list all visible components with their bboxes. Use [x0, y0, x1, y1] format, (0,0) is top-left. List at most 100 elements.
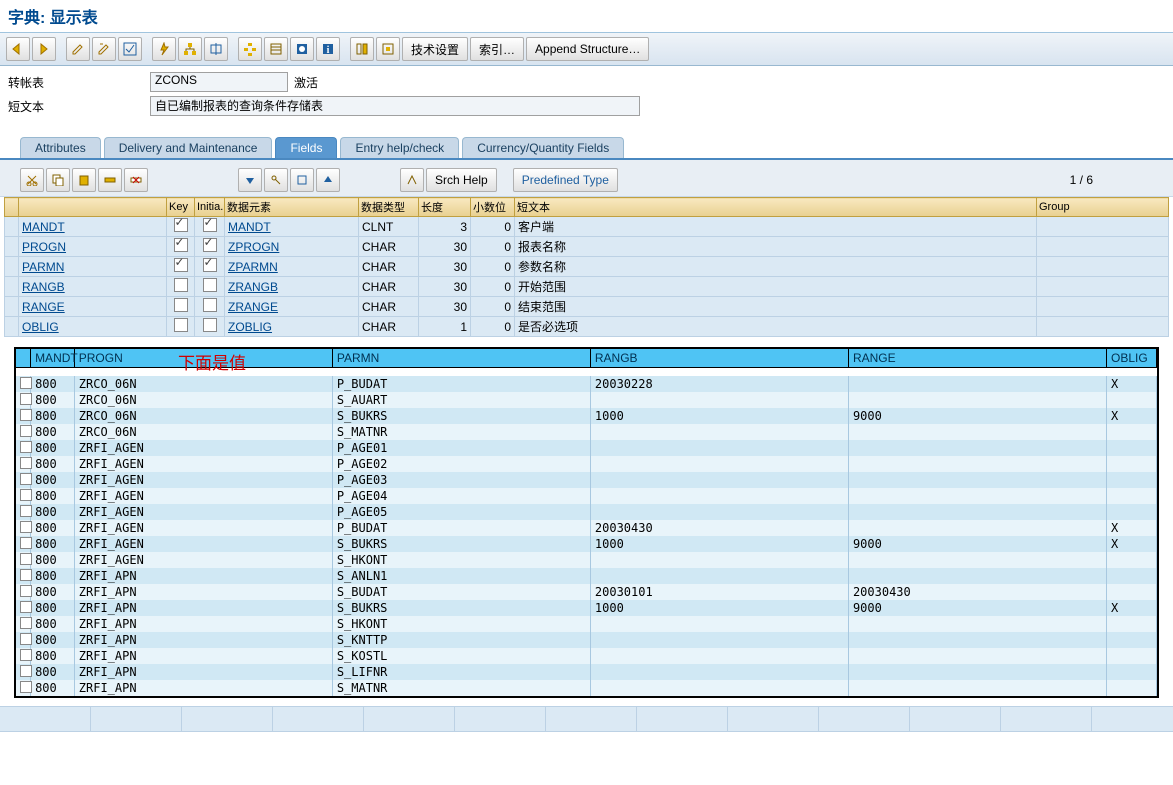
row-selector[interactable] [20, 633, 32, 645]
row-selector[interactable] [20, 457, 32, 469]
row-selector[interactable] [20, 425, 32, 437]
initial-checkbox[interactable] [203, 298, 217, 312]
up-button[interactable] [316, 168, 340, 192]
row-selector[interactable] [20, 441, 32, 453]
data-row[interactable]: 800ZRCO_06NS_MATNR [16, 424, 1157, 440]
data-row[interactable]: 800ZRFI_APNS_KNTTP [16, 632, 1157, 648]
expand-all-button[interactable] [238, 168, 262, 192]
display-object-list-button[interactable] [204, 37, 228, 61]
table-name-input[interactable]: ZCONS [150, 72, 288, 92]
tab-attributes[interactable]: Attributes [20, 137, 101, 158]
field-name[interactable]: RANGE [19, 297, 167, 317]
initial-checkbox[interactable] [203, 238, 217, 252]
hierarchy-button[interactable] [238, 37, 262, 61]
graphic-button[interactable] [290, 37, 314, 61]
row-selector[interactable] [20, 505, 32, 517]
key-checkbox[interactable] [174, 278, 188, 292]
field-row[interactable]: PROGNZPROGNCHAR300报表名称 [5, 237, 1169, 257]
data-row[interactable]: 800ZRFI_APNS_MATNR [16, 680, 1157, 696]
key-checkbox[interactable] [174, 238, 188, 252]
short-text-input[interactable]: 自已编制报表的查询条件存储表 [150, 96, 640, 116]
field-row[interactable]: RANGEZRANGECHAR300结束范围 [5, 297, 1169, 317]
check-button[interactable] [118, 37, 142, 61]
data-element[interactable]: MANDT [225, 217, 359, 237]
row-selector[interactable] [20, 393, 32, 405]
data-element[interactable]: ZOBLIG [225, 317, 359, 337]
key-checkbox[interactable] [174, 218, 188, 232]
initial-checkbox[interactable] [203, 318, 217, 332]
data-row[interactable]: 800ZRCO_06NS_AUART [16, 392, 1157, 408]
field-row[interactable]: PARMNZPARMNCHAR300参数名称 [5, 257, 1169, 277]
row-selector[interactable] [20, 537, 32, 549]
row-selector[interactable] [20, 617, 32, 629]
data-row[interactable]: 800ZRFI_AGENP_BUDAT20030430X [16, 520, 1157, 536]
extras-button[interactable] [350, 37, 374, 61]
field-name[interactable]: PARMN [19, 257, 167, 277]
row-selector[interactable] [20, 665, 32, 677]
data-row[interactable]: 800ZRFI_AGENP_AGE05 [16, 504, 1157, 520]
key-checkbox[interactable] [174, 298, 188, 312]
data-row[interactable]: 800ZRFI_AGENP_AGE02 [16, 456, 1157, 472]
field-row[interactable]: RANGBZRANGBCHAR300开始范围 [5, 277, 1169, 297]
row-selector[interactable] [20, 601, 32, 613]
data-row[interactable]: 800ZRCO_06NP_BUDAT20030228X [16, 376, 1157, 392]
cut-button[interactable] [20, 168, 44, 192]
collapse-button[interactable] [290, 168, 314, 192]
row-selector[interactable] [20, 473, 32, 485]
forward-button[interactable] [32, 37, 56, 61]
row-selector[interactable] [20, 569, 32, 581]
initial-checkbox[interactable] [203, 258, 217, 272]
field-name[interactable]: MANDT [19, 217, 167, 237]
edit-button[interactable] [66, 37, 90, 61]
data-row[interactable]: 800ZRFI_AGENS_HKONT [16, 552, 1157, 568]
insert-row-button[interactable] [98, 168, 122, 192]
info-button[interactable]: i [316, 37, 340, 61]
row-selector[interactable] [20, 377, 32, 389]
index-button[interactable]: 索引… [470, 37, 524, 61]
data-row[interactable]: 800ZRCO_06NS_BUKRS10009000X [16, 408, 1157, 424]
data-row[interactable]: 800ZRFI_AGENS_BUKRS10009000X [16, 536, 1157, 552]
data-row[interactable]: 800ZRFI_APNS_BUKRS10009000X [16, 600, 1157, 616]
tab-currency[interactable]: Currency/Quantity Fields [462, 137, 624, 158]
data-element[interactable]: ZPROGN [225, 237, 359, 257]
data-row[interactable]: 800ZRFI_APNS_LIFNR [16, 664, 1157, 680]
tab-fields[interactable]: Fields [275, 137, 337, 158]
row-selector[interactable] [20, 521, 32, 533]
row-selector[interactable] [20, 489, 32, 501]
key-checkbox[interactable] [174, 258, 188, 272]
activate-button[interactable] [152, 37, 176, 61]
data-row[interactable]: 800ZRFI_APNS_HKONT [16, 616, 1157, 632]
technical-settings-button[interactable]: 技术设置 [402, 37, 468, 61]
data-row[interactable]: 800ZRFI_APNS_KOSTL [16, 648, 1157, 664]
data-row[interactable]: 800ZRFI_AGENP_AGE03 [16, 472, 1157, 488]
srch-help-icon[interactable] [400, 168, 424, 192]
field-name[interactable]: PROGN [19, 237, 167, 257]
field-row[interactable]: OBLIGZOBLIGCHAR10是否必选项 [5, 317, 1169, 337]
field-row[interactable]: MANDTMANDTCLNT30客户端 [5, 217, 1169, 237]
row-selector[interactable] [20, 553, 32, 565]
where-used-button[interactable] [178, 37, 202, 61]
other-object-button[interactable] [92, 37, 116, 61]
data-element[interactable]: ZRANGE [225, 297, 359, 317]
data-element[interactable]: ZRANGB [225, 277, 359, 297]
data-row[interactable]: 800ZRFI_AGENP_AGE01 [16, 440, 1157, 456]
data-element[interactable]: ZPARMN [225, 257, 359, 277]
predefined-type-button[interactable]: Predefined Type [513, 168, 618, 192]
initial-checkbox[interactable] [203, 278, 217, 292]
copy-button[interactable] [46, 168, 70, 192]
contents-button[interactable] [264, 37, 288, 61]
append-structure-button[interactable]: Append Structure… [526, 37, 649, 61]
row-selector[interactable] [20, 681, 32, 693]
delete-row-button[interactable] [124, 168, 148, 192]
row-selector[interactable] [20, 585, 32, 597]
paste-button[interactable] [72, 168, 96, 192]
key-checkbox[interactable] [174, 318, 188, 332]
data-row[interactable]: 800ZRFI_APNS_BUDAT2003010120030430 [16, 584, 1157, 600]
field-name[interactable]: OBLIG [19, 317, 167, 337]
tab-delivery[interactable]: Delivery and Maintenance [104, 137, 273, 158]
data-row[interactable]: 800ZRFI_AGENP_AGE04 [16, 488, 1157, 504]
field-name[interactable]: RANGB [19, 277, 167, 297]
utilities-button[interactable] [376, 37, 400, 61]
row-selector[interactable] [20, 409, 32, 421]
data-row[interactable]: 800ZRFI_APNS_ANLN1 [16, 568, 1157, 584]
